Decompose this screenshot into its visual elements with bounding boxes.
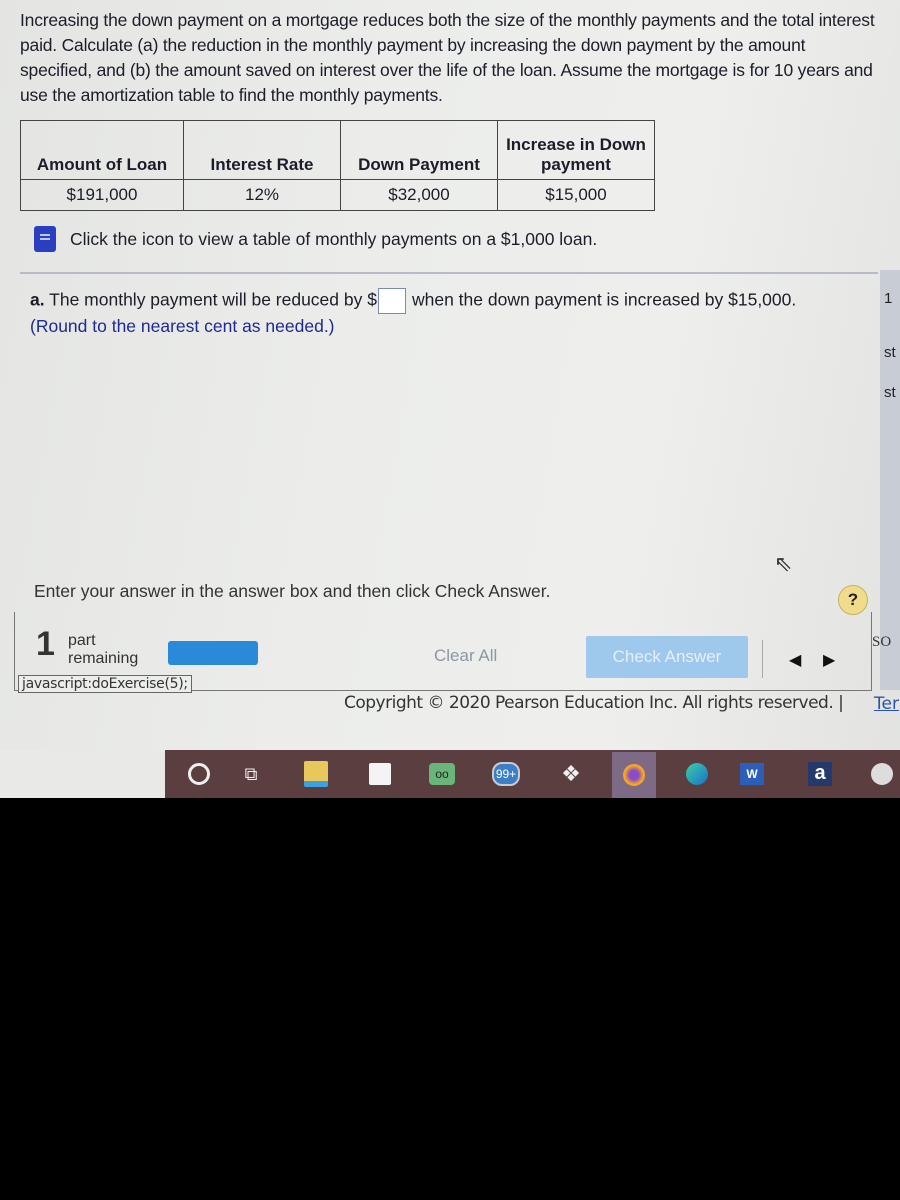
hint-text: Click the icon to view a table of monthl… [70,228,598,249]
tripadvisor-icon[interactable]: oo [428,760,456,788]
mouse-cursor-icon: ⇖ [774,551,793,576]
photo-black-area [0,798,900,1200]
table-header-row: Amount of Loan Interest Rate Down Paymen… [20,120,655,180]
header-interest-rate: Interest Rate [183,120,341,180]
parts-remaining-count: 1 [36,625,55,663]
terms-link[interactable]: Ter [874,694,899,714]
check-answer-button[interactable]: Check Answer [586,636,748,678]
mail-badge: 99+ [492,762,520,786]
copyright-text: Copyright © 2020 Pearson Education Inc. … [344,693,844,713]
side-text: 1 [884,290,893,307]
cell-increase-down-payment: $15,000 [497,179,655,211]
divider [20,272,878,274]
question-text-after: when the down payment is increased by $1… [411,289,797,310]
parts-progress-bar [168,641,258,665]
next-question-icon[interactable]: ▶ [823,650,835,670]
problem-intro: Increasing the down payment on a mortgag… [20,10,875,105]
book-icon[interactable] [34,226,56,252]
firefox-icon[interactable] [612,752,656,798]
edge-icon[interactable] [683,760,711,788]
side-text: st [884,344,896,361]
amazon-icon[interactable]: a [806,760,834,788]
parts-remaining-label: part remaining [68,632,138,668]
header-amount-of-loan: Amount of Loan [20,120,184,180]
task-view-icon[interactable]: ⧉ [237,760,265,788]
question-label: a. [30,289,45,310]
question-text-before: The monthly payment will be reduced by $ [49,289,377,310]
instruction-text: Enter your answer in the answer box and … [34,581,551,601]
answer-input[interactable] [377,288,406,314]
parts-label-2: remaining [68,650,139,667]
side-text: st [884,384,896,401]
cell-interest-rate: 12% [183,179,341,211]
cell-down-payment: $32,000 [340,179,498,211]
side-panel-edge [880,270,900,690]
question-nav: ◀ ▶ [762,640,873,678]
given-data-table: Amount of Loan Interest Rate Down Paymen… [20,120,655,211]
parts-label-1: part [68,632,96,649]
browser-screen: Increasing the down payment on a mortgag… [0,0,900,798]
cell-amount-of-loan: $191,000 [20,179,184,211]
itunes-icon[interactable] [868,760,896,788]
dropbox-icon[interactable]: ❖ [557,760,585,788]
taskbar-search-area[interactable] [0,750,165,798]
amortization-table-hint: Click the icon to view a table of monthl… [34,226,597,252]
word-icon[interactable]: W [738,760,766,788]
progress-fill [168,641,258,665]
table-row: $191,000 12% $32,000 $15,000 [20,179,655,211]
header-down-payment: Down Payment [340,120,498,180]
cortana-icon[interactable] [185,760,213,788]
rounding-note: (Round to the nearest cent as needed.) [30,316,335,336]
status-bar-link: javascript:doExercise(5); [18,675,192,693]
mail-icon[interactable]: 99+ [492,760,520,788]
header-increase-down-payment: Increase in Down payment [497,120,655,180]
question-a: a. The monthly payment will be reduced b… [30,288,796,314]
microsoft-store-icon[interactable] [366,760,394,788]
clear-all-button[interactable]: Clear All [434,646,497,666]
help-button[interactable]: ? [838,585,868,615]
file-explorer-icon[interactable] [302,760,330,788]
previous-question-icon[interactable]: ◀ [789,650,801,670]
edge-text: SO [872,634,892,650]
